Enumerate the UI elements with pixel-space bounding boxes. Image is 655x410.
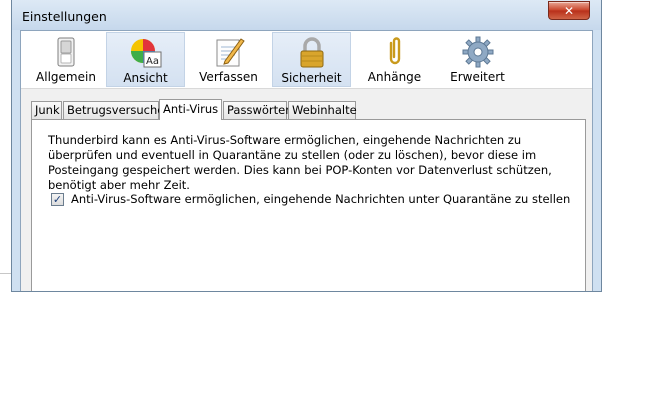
close-icon: ✕: [563, 3, 575, 18]
gear-icon: [462, 36, 493, 68]
tab-webinhalte[interactable]: Webinhalte: [288, 101, 357, 119]
window-title: Einstellungen: [22, 9, 107, 24]
dialog-client-area: Allgemein Aa Ansicht Verfassen Sicherhei…: [20, 30, 593, 291]
notepad-pencil-icon: [216, 38, 245, 67]
switch-icon: [57, 37, 75, 67]
pane-erweitert[interactable]: Erweitert: [438, 32, 517, 87]
anti-virus-panel: Thunderbird kann es Anti-Virus-Software …: [31, 119, 586, 291]
pane-label-ansicht: Ansicht: [123, 71, 168, 85]
pane-label-erweitert: Erweitert: [450, 70, 505, 84]
anti-virus-description: Thunderbird kann es Anti-Virus-Software …: [48, 133, 552, 192]
tab-junk[interactable]: Junk: [31, 101, 62, 119]
anti-virus-checkbox-label[interactable]: Anti-Virus-Software ermöglichen, eingehe…: [71, 192, 570, 206]
close-button[interactable]: ✕: [548, 1, 590, 20]
color-wheel-font-icon: Aa: [130, 39, 161, 68]
tab-passwoerter[interactable]: Passwörter: [223, 101, 290, 119]
pane-ansicht[interactable]: Aa Ansicht: [106, 32, 185, 87]
title-bar[interactable]: Einstellungen ✕: [12, 0, 601, 30]
paperclip-icon: [389, 37, 400, 65]
tab-anti-virus[interactable]: Anti-Virus: [159, 99, 222, 120]
pane-allgemein[interactable]: Allgemein: [30, 32, 102, 87]
preferences-toolbar: Allgemein Aa Ansicht Verfassen Sicherhei…: [21, 31, 592, 89]
pane-label-allgemein: Allgemein: [36, 70, 96, 84]
pane-label-sicherheit: Sicherheit: [281, 71, 342, 85]
pane-label-verfassen: Verfassen: [199, 70, 258, 84]
svg-text:Aa: Aa: [146, 56, 159, 67]
pane-label-anhaenge: Anhänge: [367, 70, 422, 84]
anti-virus-option[interactable]: ✓ Anti-Virus-Software ermöglichen, einge…: [51, 192, 570, 206]
settings-window: Einstellungen ✕ Allgemein Aa Ansicht Ver…: [11, 0, 602, 292]
pane-anhaenge[interactable]: Anhänge: [355, 32, 434, 87]
anti-virus-checkbox[interactable]: ✓: [51, 192, 64, 206]
tab-betrugsversuche[interactable]: Betrugsversuche: [63, 101, 164, 119]
checkmark-icon: ✓: [52, 192, 63, 206]
padlock-icon: [300, 37, 323, 68]
pane-sicherheit[interactable]: Sicherheit: [272, 32, 351, 87]
pane-verfassen[interactable]: Verfassen: [189, 32, 268, 87]
